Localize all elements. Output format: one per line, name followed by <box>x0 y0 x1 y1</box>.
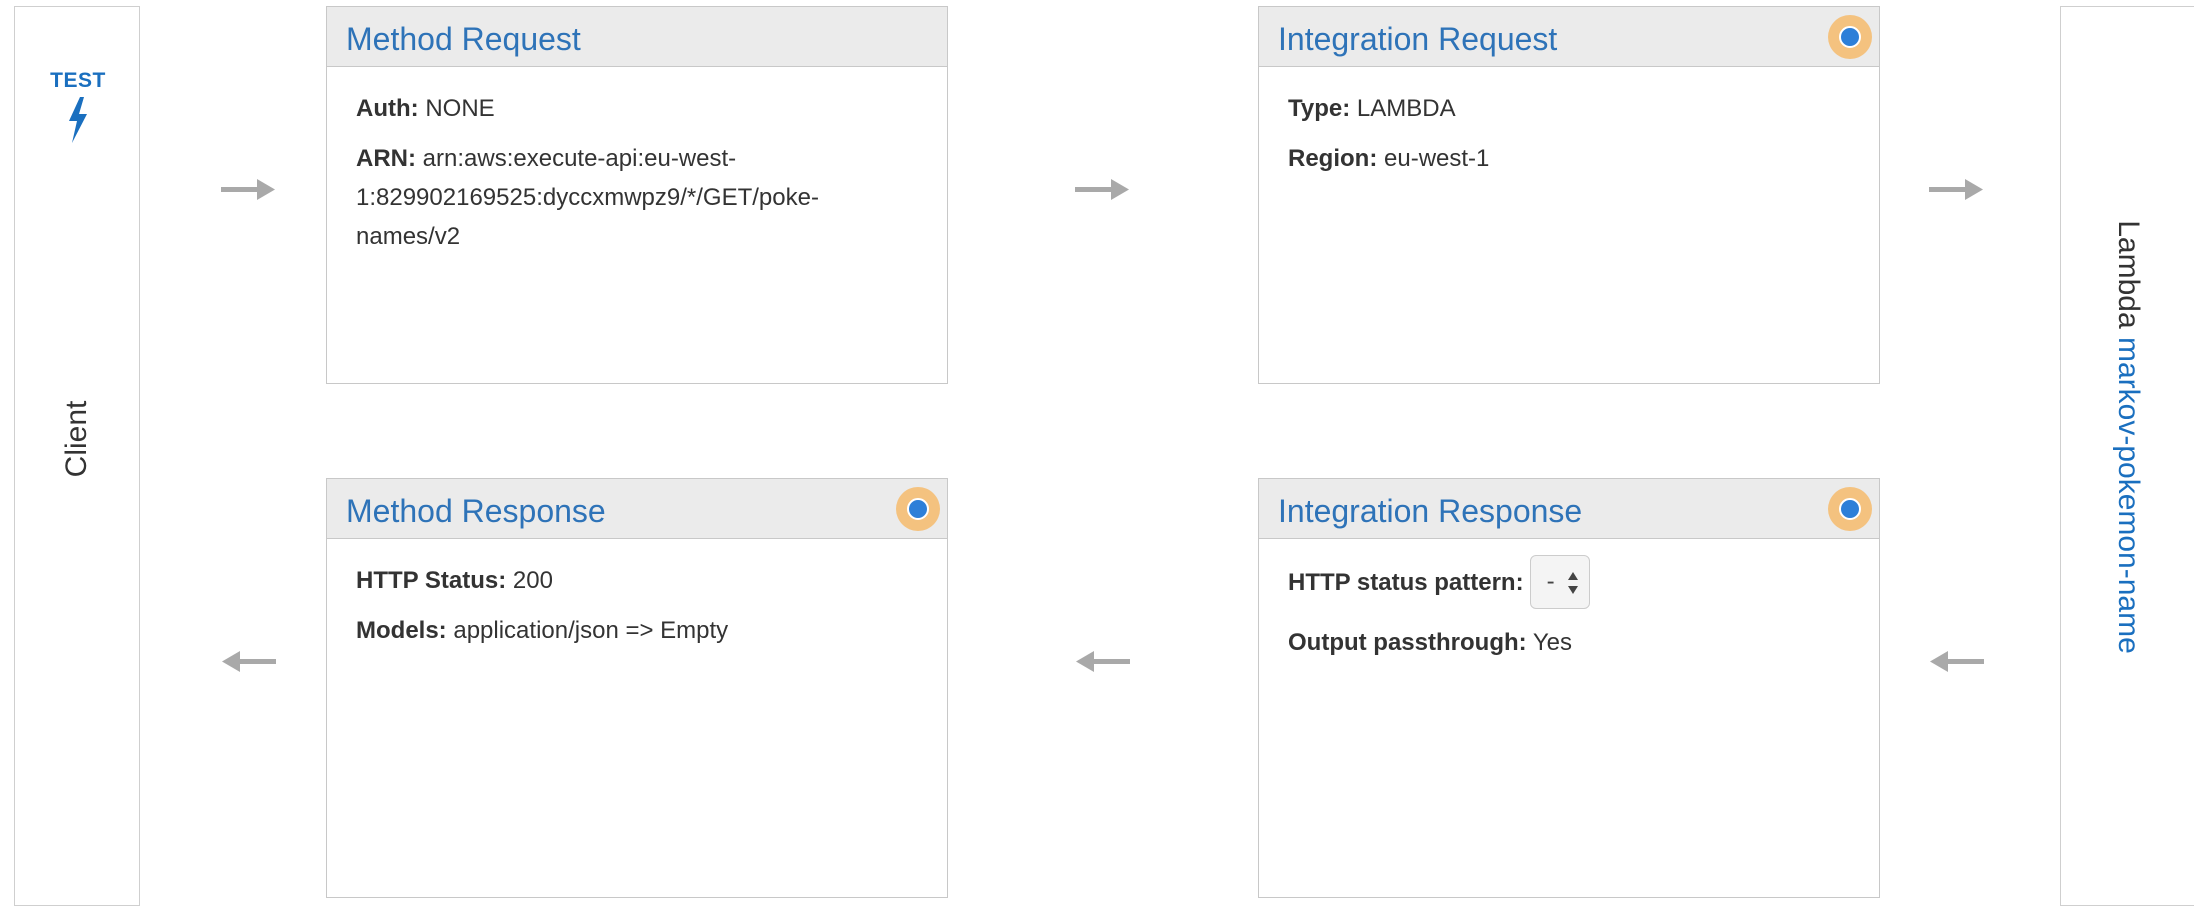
http-status-key: HTTP Status: <box>356 567 507 594</box>
http-status-pattern-select[interactable]: - <box>1529 555 1590 609</box>
method-response-header: Method Response <box>327 479 947 539</box>
method-request-title-link[interactable]: Method Request <box>346 21 581 58</box>
output-passthrough-value: Yes <box>1532 629 1573 656</box>
client-label: Client <box>60 400 93 478</box>
integration-response-header: Integration Response <box>1259 479 1879 539</box>
method-response-title-link[interactable]: Method Response <box>346 493 606 530</box>
arn-row: ARN: arn:aws:execute-api:eu-west-1:82990… <box>356 139 918 256</box>
http-status-pattern-value: - <box>1546 568 1555 595</box>
arrow-right-icon <box>221 179 275 200</box>
method-response-body: HTTP Status: 200 Models: application/jso… <box>327 539 947 683</box>
type-row: Type: LAMBDA <box>1288 89 1850 128</box>
method-request-body: Auth: NONE ARN: arn:aws:execute-api:eu-w… <box>327 67 947 289</box>
integration-response-title-link[interactable]: Integration Response <box>1278 493 1582 530</box>
test-label: TEST <box>50 69 106 92</box>
arn-value: arn:aws:execute-api:eu-west-1:8299021695… <box>356 145 819 250</box>
http-status-value: 200 <box>512 567 553 594</box>
models-value: application/json => Empty <box>453 617 729 644</box>
arrow-right-icon <box>1075 179 1129 200</box>
region-key: Region: <box>1288 145 1378 172</box>
method-request-header: Method Request <box>327 7 947 67</box>
type-key: Type: <box>1288 95 1351 122</box>
method-response-panel: Method Response HTTP Status: 200 Models:… <box>326 478 948 898</box>
http-status-pattern-row: HTTP status pattern: - <box>1288 555 1850 609</box>
http-status-pattern-key: HTTP status pattern: <box>1288 568 1524 596</box>
method-request-panel: Method Request Auth: NONE ARN: arn:aws:e… <box>326 6 948 384</box>
lambda-column: Lambda markov-pokemon-name <box>2060 6 2194 906</box>
status-dot-icon <box>896 487 940 531</box>
lightning-bolt-icon <box>69 97 87 143</box>
integration-response-panel: Integration Response HTTP status pattern… <box>1258 478 1880 898</box>
auth-row: Auth: NONE <box>356 89 918 128</box>
lambda-prefix: Lambda <box>2112 220 2145 329</box>
auth-value: NONE <box>425 95 495 122</box>
region-value: eu-west-1 <box>1384 145 1490 172</box>
output-passthrough-key: Output passthrough: <box>1288 629 1527 656</box>
models-row: Models: application/json => Empty <box>356 611 918 650</box>
arrow-left-icon <box>222 651 276 672</box>
http-status-row: HTTP Status: 200 <box>356 561 918 600</box>
auth-key: Auth: <box>356 95 419 122</box>
lambda-label: Lambda markov-pokemon-name <box>2111 220 2145 654</box>
output-passthrough-row: Output passthrough: Yes <box>1288 623 1850 662</box>
arn-key: ARN: <box>356 145 416 172</box>
client-column: TEST Client <box>14 6 140 906</box>
select-arrows-icon <box>1567 572 1578 594</box>
arrow-right-icon <box>1929 179 1983 200</box>
integration-request-body: Type: LAMBDA Region: eu-west-1 <box>1259 67 1879 211</box>
integration-request-title-link[interactable]: Integration Request <box>1278 21 1557 58</box>
type-value: LAMBDA <box>1356 95 1456 122</box>
status-dot-icon <box>1828 15 1872 59</box>
region-row: Region: eu-west-1 <box>1288 139 1850 178</box>
status-dot-icon <box>1828 487 1872 531</box>
integration-request-header: Integration Request <box>1259 7 1879 67</box>
integration-response-body: HTTP status pattern: - Output passthroug… <box>1259 539 1879 695</box>
integration-request-panel: Integration Request Type: LAMBDA Region:… <box>1258 6 1880 384</box>
arrow-left-icon <box>1076 651 1130 672</box>
test-button[interactable]: TEST <box>15 69 141 143</box>
models-key: Models: <box>356 617 447 644</box>
arrow-left-icon <box>1930 651 1984 672</box>
lambda-function-link[interactable]: markov-pokemon-name <box>2112 337 2145 654</box>
